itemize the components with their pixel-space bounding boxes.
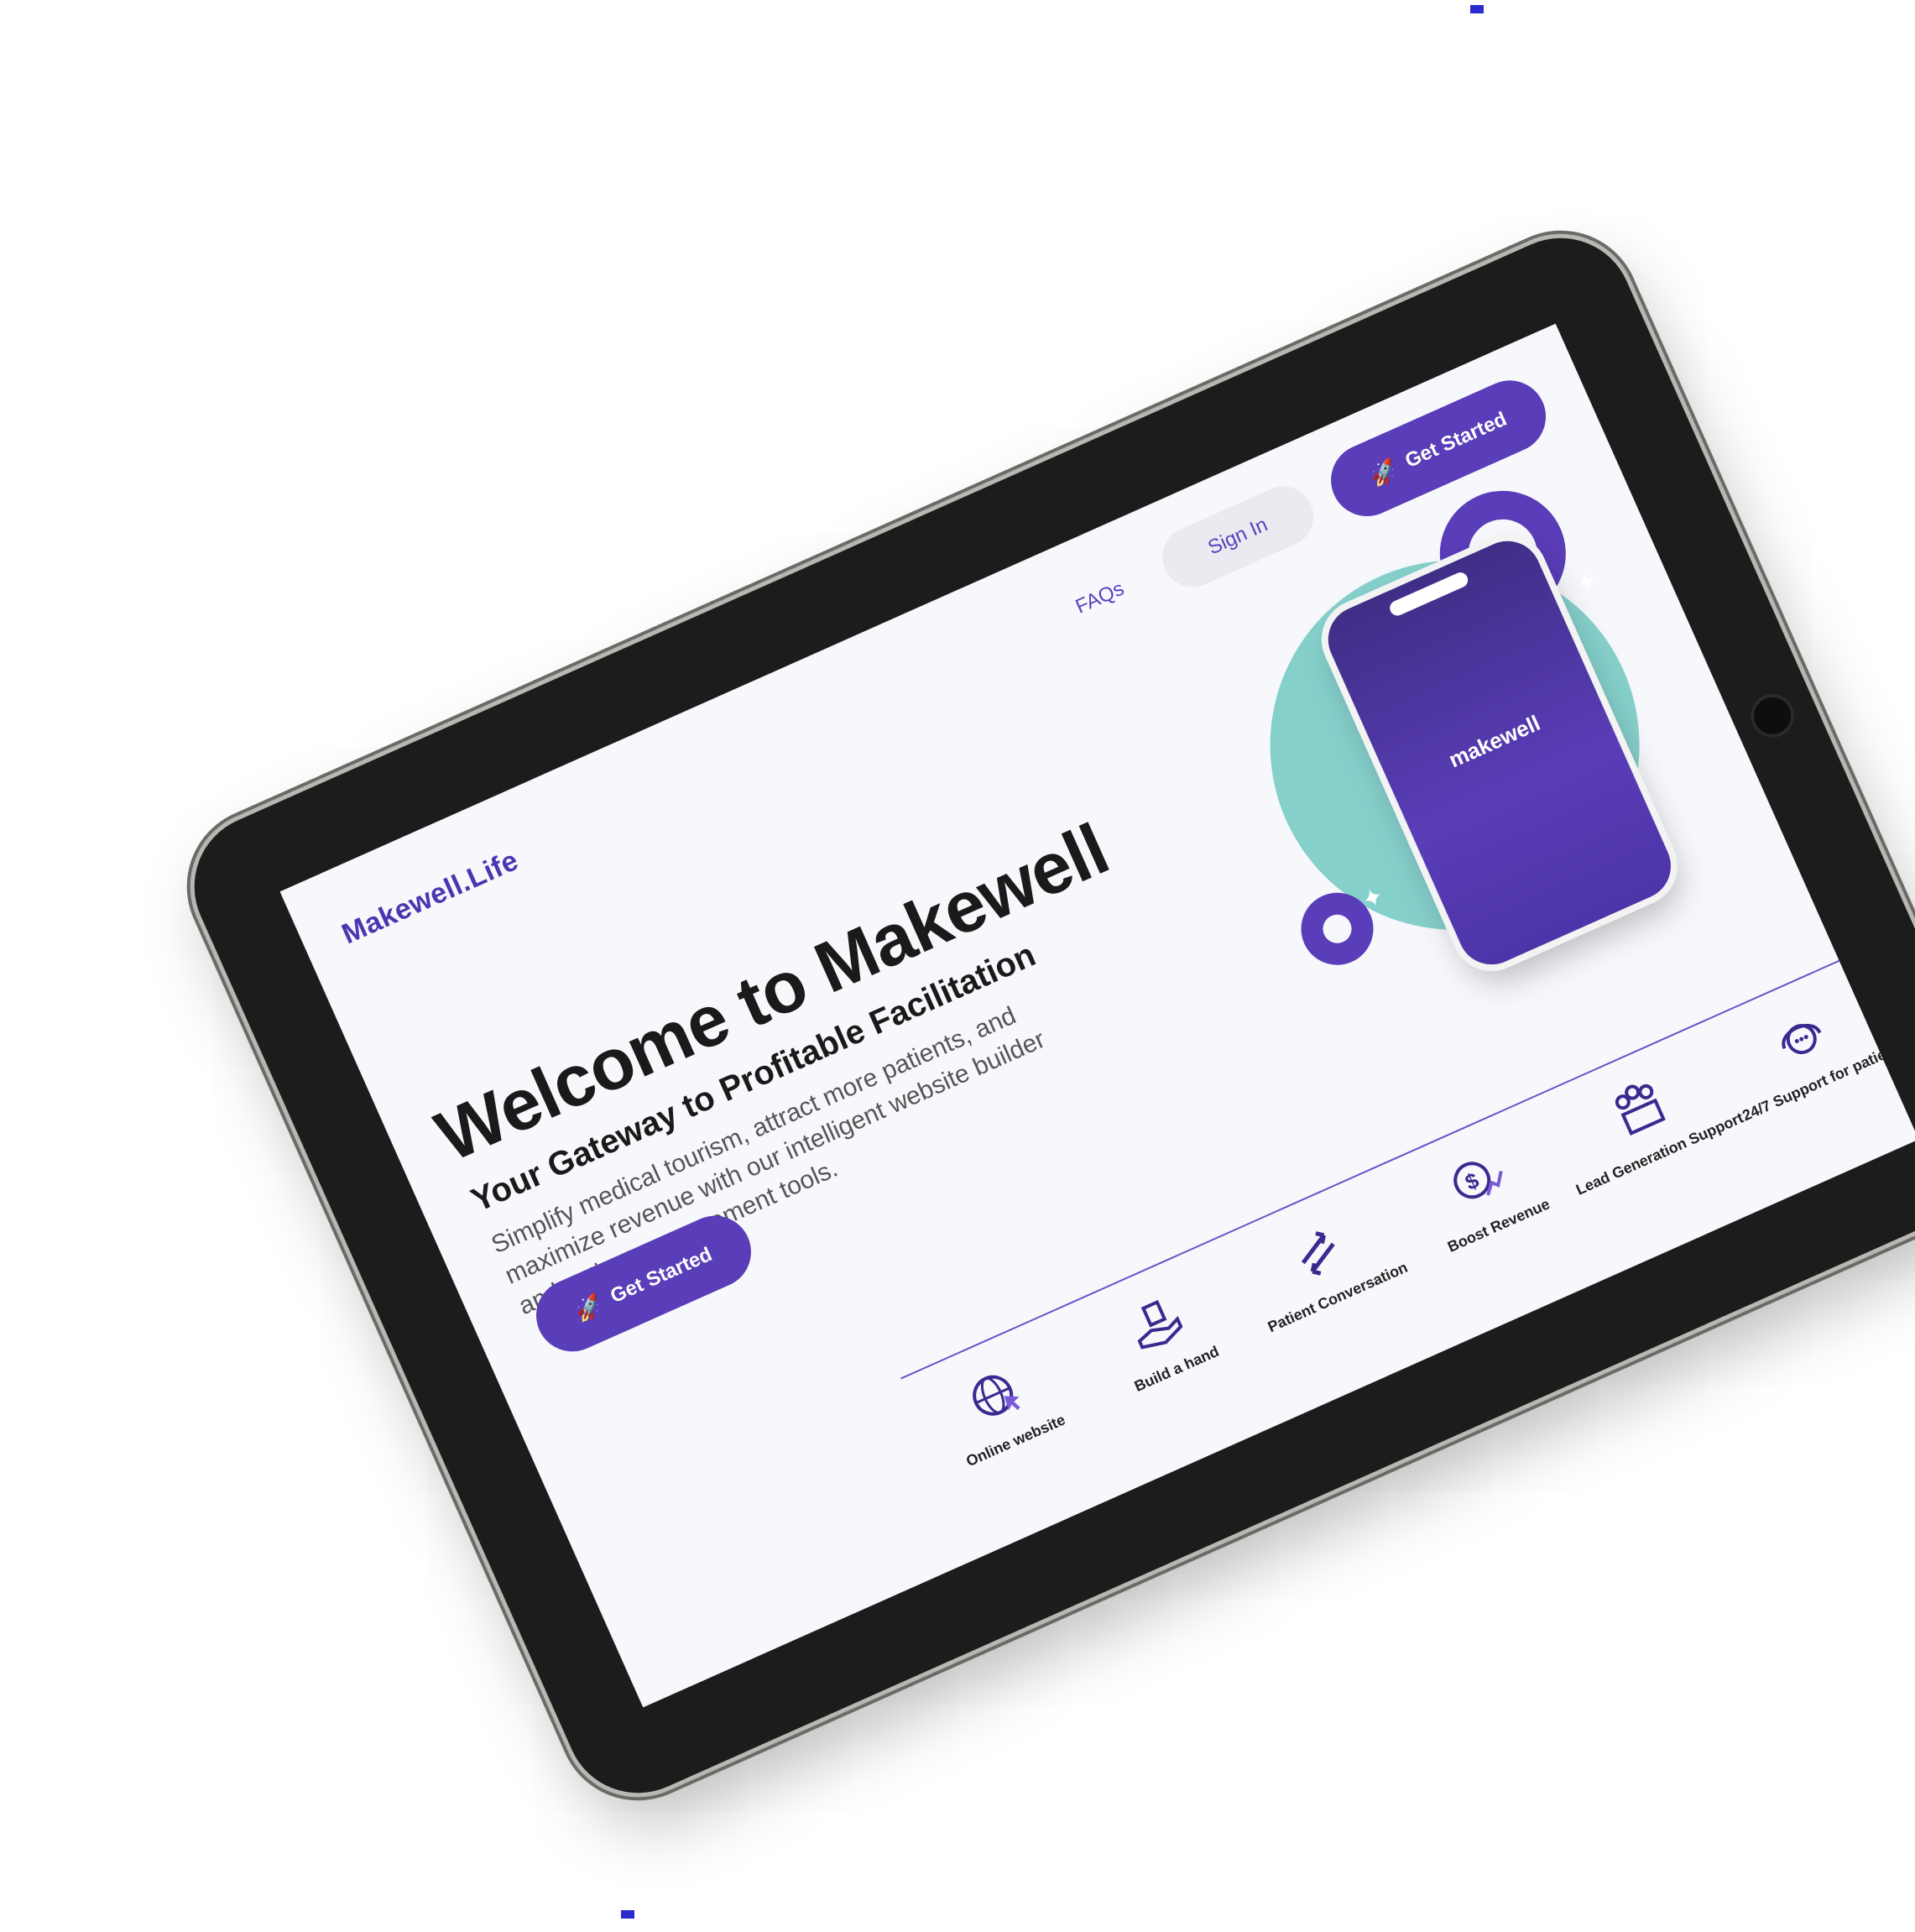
tablet-screen: Makewell.Life FAQs Sign In 🚀 Get Started… bbox=[279, 323, 1915, 1708]
nav-faqs-link[interactable]: FAQs bbox=[1072, 577, 1128, 619]
artifact-dot bbox=[621, 1910, 634, 1919]
feature-item: Patient Conversation bbox=[1240, 1196, 1439, 1407]
header-get-started-label: Get Started bbox=[1401, 407, 1511, 473]
feature-item: Lead Generation Support bbox=[1563, 1052, 1761, 1264]
dollar-growth-icon: $ bbox=[1453, 1162, 1503, 1199]
headset-chat-icon bbox=[1782, 1023, 1822, 1055]
feature-item: 24/7 Support for patient bbox=[1724, 981, 1915, 1193]
camera-icon bbox=[1743, 687, 1802, 745]
team-support-icon bbox=[1615, 1083, 1666, 1136]
hero-get-started-label: Get Started bbox=[607, 1242, 716, 1308]
feature-item: $ Boost Revenue bbox=[1401, 1125, 1600, 1336]
svg-text:$: $ bbox=[1461, 1167, 1483, 1196]
hand-building-icon bbox=[1137, 1299, 1183, 1350]
artifact-dot bbox=[1470, 5, 1484, 13]
tablet-device: Makewell.Life FAQs Sign In 🚀 Get Started… bbox=[171, 215, 1915, 1816]
site-logo[interactable]: Makewell.Life bbox=[337, 844, 524, 951]
globe-cursor-icon bbox=[973, 1375, 1020, 1416]
rocket-icon: 🚀 bbox=[1365, 455, 1401, 490]
feature-item: Online website bbox=[918, 1339, 1117, 1551]
phone-app-logo: makewell bbox=[1444, 710, 1544, 773]
rocket-icon: 🚀 bbox=[571, 1290, 607, 1325]
arrows-exchange-icon bbox=[1301, 1231, 1335, 1276]
feature-item: Build a hand bbox=[1079, 1267, 1278, 1479]
sparkle-icon: ✦ bbox=[1571, 566, 1603, 600]
